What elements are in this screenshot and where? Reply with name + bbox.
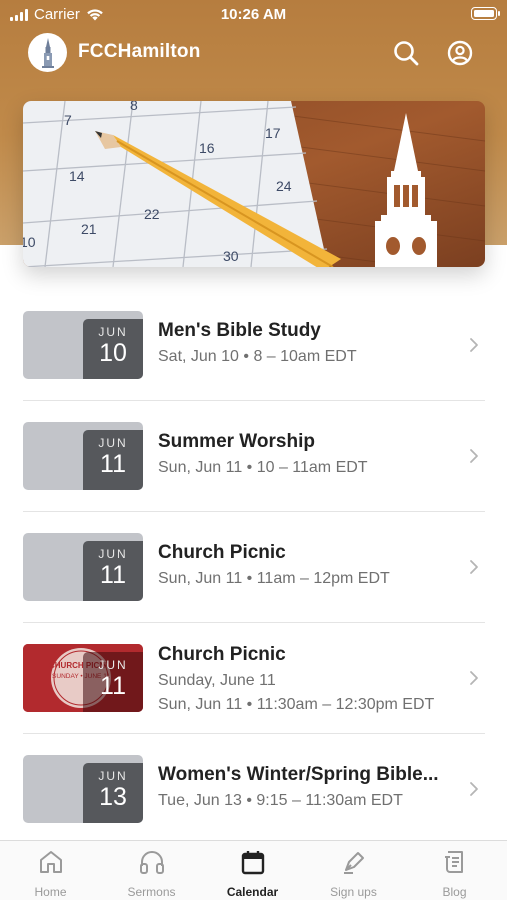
event-title: Summer Worship [158,431,315,452]
tab-signups[interactable]: Sign ups [303,841,404,900]
event-detail: Sun, Jun 11 • 10 – 11am EDT [158,459,368,476]
event-day: 11 [100,561,126,589]
headphones-icon [140,851,164,874]
cal-num-1: 8 [130,101,138,113]
chevron-right-icon [470,338,478,352]
status-bar: Carrier 10:26 AM [0,0,507,30]
event-title: Women's Winter/Spring Bible... [158,764,439,785]
event-thumbnail: JUN 11 [23,422,143,490]
event-row[interactable]: CHURCH PICNIC SUNDAY • JUNE 11 JUN 11 Church… [23,623,485,734]
event-month: JUN [98,769,128,783]
event-month: JUN [98,547,128,561]
cal-num-6: 24 [276,178,292,194]
cal-num-10: 10 [23,234,36,250]
chevron-right-icon [470,671,478,685]
event-title: Men's Bible Study [158,320,321,341]
event-month: JUN [98,658,128,672]
event-thumbnail: JUN 13 [23,755,143,823]
event-row[interactable]: JUN 10 Men's Bible Study Sat, Jun 10 • 8 – … [23,290,485,401]
event-row[interactable]: JUN 13 Women's Winter/Spring Bible... Tue, … [23,734,485,845]
battery-icon [471,7,500,20]
tab-calendar[interactable]: Calendar [202,841,303,900]
chevron-right-icon [470,560,478,574]
banner-image: 8 7 17 16 14 24 22 21 30 10 [23,101,485,267]
tab-home[interactable]: Home [0,841,101,900]
event-row[interactable]: JUN 11 Summer Worship Sun, Jun 11 • 10 – 11… [23,401,485,512]
cal-num-7: 22 [144,206,160,222]
search-icon [394,41,419,66]
cal-num-4: 16 [199,140,215,156]
event-date-box: JUN 13 [83,763,143,823]
event-title: Church Picnic [158,542,286,563]
church-logo[interactable] [28,33,67,72]
home-icon [40,851,62,873]
event-date-box: JUN 10 [83,319,143,379]
cal-num-5: 14 [69,168,85,184]
calendar-icon [241,851,265,875]
pen-icon [344,852,364,874]
event-day: 10 [99,339,127,367]
user-icon [447,40,473,66]
calendar-banner[interactable]: 8 7 17 16 14 24 22 21 30 10 [23,101,485,267]
event-date-box: JUN 11 [83,430,143,490]
event-month: JUN [98,436,128,450]
event-day: 11 [100,672,126,700]
tab-signups-label: Sign ups [330,885,377,899]
event-detail: Sun, Jun 11 • 11:30am – 12:30pm EDT [158,696,435,713]
event-detail: Tue, Jun 13 • 9:15 – 11:30am EDT [158,792,403,809]
tab-calendar-label: Calendar [226,885,279,899]
tab-sermons[interactable]: Sermons [101,841,202,900]
event-detail: Sat, Jun 10 • 8 – 10am EDT [158,348,357,365]
tab-home-label: Home [34,885,67,899]
cal-num-2: 7 [64,112,72,128]
app-header: FCCHamilton [0,30,507,76]
tab-bar: Home Sermons Calendar Sign ups Blog [0,840,507,900]
chevron-right-icon [470,449,478,463]
cal-num-9: 30 [223,248,239,264]
event-row[interactable]: JUN 11 Church Picnic Sun, Jun 11 • 11am – 1… [23,512,485,623]
cal-num-3: 17 [265,125,281,141]
tab-blog[interactable]: Blog [404,841,505,900]
blog-icon [445,851,463,873]
steeple-icon [41,37,54,68]
cal-num-8: 21 [81,221,97,237]
event-title: Church Picnic [158,644,286,665]
event-detail: Sunday, June 11 [158,672,276,689]
app-title: FCCHamilton [78,41,201,62]
event-date-box: JUN 11 [83,541,143,601]
event-detail: Sun, Jun 11 • 11am – 12pm EDT [158,570,390,587]
chevron-right-icon [470,782,478,796]
event-thumbnail: JUN 10 [23,311,143,379]
tab-sermons-label: Sermons [127,885,176,899]
event-thumbnail: JUN 11 [23,533,143,601]
event-month: JUN [98,325,128,339]
event-date-box: JUN 11 [83,652,143,712]
tab-blog-label: Blog [442,885,467,899]
event-day: 13 [99,783,127,811]
event-thumbnail: CHURCH PICNIC SUNDAY • JUNE 11 JUN 11 [23,644,143,712]
status-time: 10:26 AM [220,6,287,23]
event-day: 11 [100,450,126,478]
search-button[interactable] [391,38,421,68]
profile-button[interactable] [445,38,475,68]
